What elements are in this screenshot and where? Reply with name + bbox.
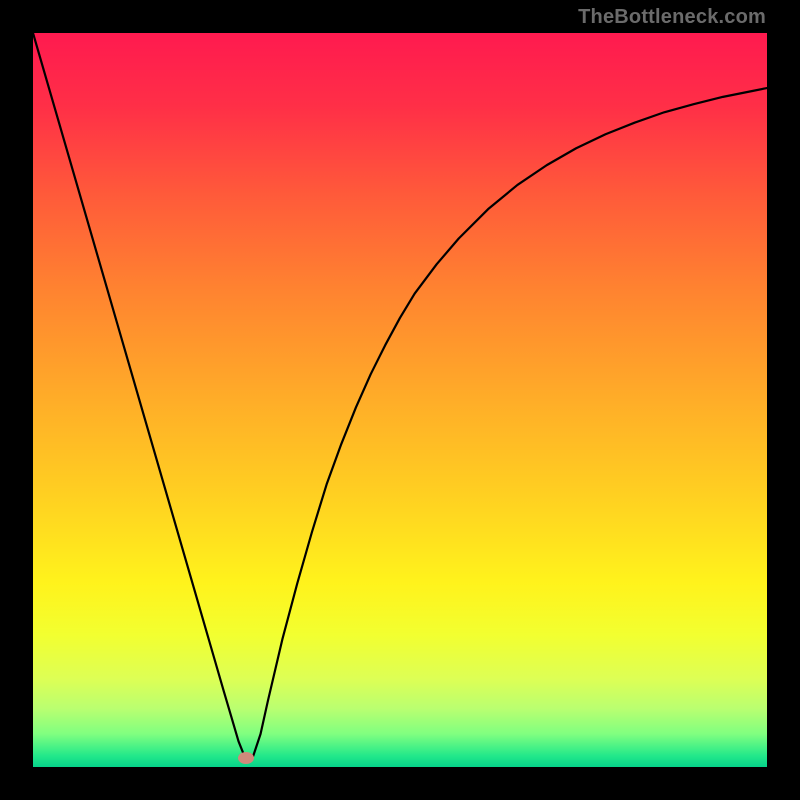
bottleneck-curve <box>33 33 767 767</box>
chart-frame: TheBottleneck.com <box>0 0 800 800</box>
optimum-marker <box>238 752 254 764</box>
watermark-text: TheBottleneck.com <box>578 6 766 29</box>
plot-area <box>33 33 767 767</box>
